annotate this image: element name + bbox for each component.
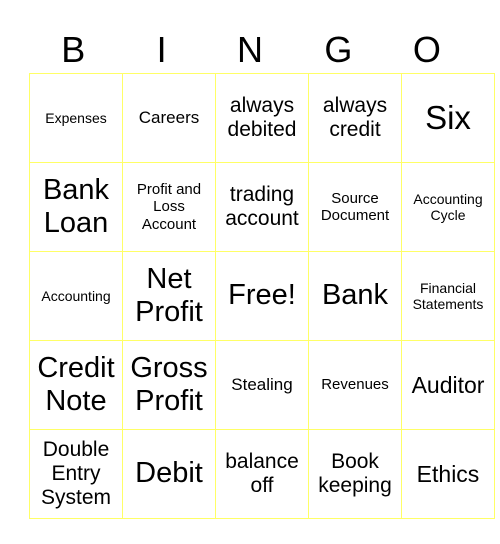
bingo-cell[interactable]: Financial Statements: [401, 251, 495, 341]
bingo-cell[interactable]: Careers: [122, 73, 216, 163]
bingo-cell[interactable]: Accounting Cycle: [401, 162, 495, 252]
bingo-cell[interactable]: Credit Note: [29, 340, 123, 430]
bingo-cell[interactable]: Bank: [308, 251, 402, 341]
bingo-cell[interactable]: Source Document: [308, 162, 402, 252]
grid-row: Double Entry System Debit balance off Bo…: [29, 429, 495, 519]
bingo-cell[interactable]: balance off: [215, 429, 309, 519]
free-cell[interactable]: Free!: [215, 251, 309, 341]
bingo-cell[interactable]: Double Entry System: [29, 429, 123, 519]
header-letter-n: N: [237, 29, 264, 70]
bingo-cell[interactable]: Expenses: [29, 73, 123, 163]
bingo-cell[interactable]: Stealing: [215, 340, 309, 430]
bingo-header: B I N G O: [29, 28, 471, 72]
bingo-grid: Expenses Careers always debited always c…: [29, 73, 495, 519]
bingo-cell[interactable]: Net Profit: [122, 251, 216, 341]
bingo-cell[interactable]: Ethics: [401, 429, 495, 519]
bingo-cell[interactable]: Bank Loan: [29, 162, 123, 252]
bingo-cell[interactable]: Six: [401, 73, 495, 163]
bingo-cell[interactable]: always credit: [308, 73, 402, 163]
bingo-cell[interactable]: Accounting: [29, 251, 123, 341]
bingo-cell[interactable]: Auditor: [401, 340, 495, 430]
bingo-cell[interactable]: Profit and Loss Account: [122, 162, 216, 252]
header-letter-o: O: [412, 29, 441, 70]
bingo-cell[interactable]: Revenues: [308, 340, 402, 430]
grid-row: Accounting Net Profit Free! Bank Financi…: [29, 251, 495, 341]
header-letter-b: B: [61, 29, 86, 70]
header-letter-g: G: [324, 29, 353, 70]
bingo-cell[interactable]: trading account: [215, 162, 309, 252]
bingo-cell[interactable]: Debit: [122, 429, 216, 519]
bingo-cell[interactable]: always debited: [215, 73, 309, 163]
grid-row: Credit Note Gross Profit Stealing Revenu…: [29, 340, 495, 430]
grid-row: Expenses Careers always debited always c…: [29, 73, 495, 163]
bingo-cell[interactable]: Book keeping: [308, 429, 402, 519]
grid-row: Bank Loan Profit and Loss Account tradin…: [29, 162, 495, 252]
bingo-cell[interactable]: Gross Profit: [122, 340, 216, 430]
header-letter-i: I: [156, 29, 167, 70]
